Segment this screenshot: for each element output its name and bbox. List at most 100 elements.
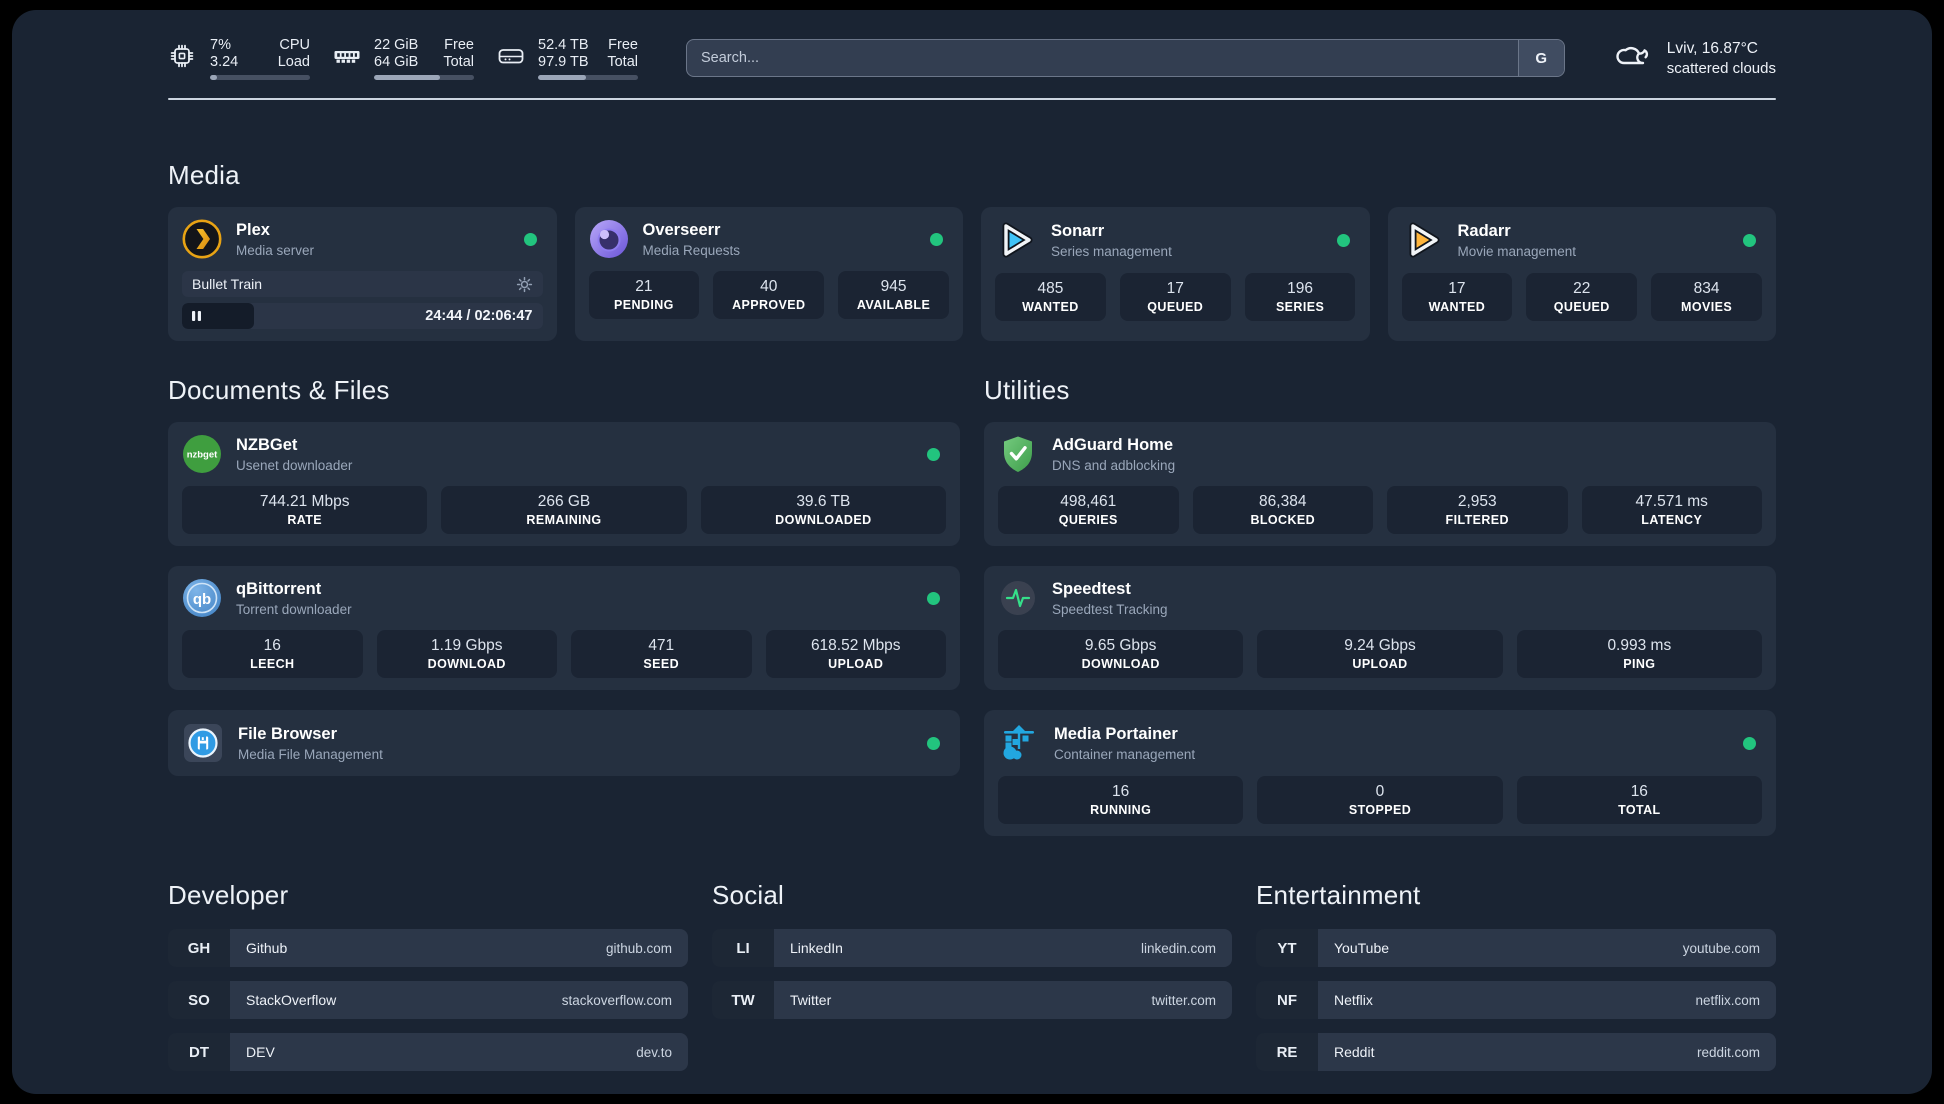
stat-value: 16 <box>1630 783 1648 800</box>
bookmark-url: reddit.com <box>1696 1044 1760 1060</box>
stat-label: UPLOAD <box>828 657 884 671</box>
bookmark-abbr: SO <box>168 981 230 1019</box>
app-card-nzbget[interactable]: nzbget NZBGet Usenet downloader 744.21 Mbps… <box>168 422 960 546</box>
stat-value: 9.65 Gbps <box>1084 637 1157 654</box>
bookmark-link-dev[interactable]: DT DEV dev.to <box>168 1033 688 1071</box>
app-card-radarr[interactable]: Radarr Movie management 17 WANTED 22 QUEUED 83… <box>1387 207 1776 341</box>
qbittorrent-icon[interactable]: qb <box>182 578 222 618</box>
plex-icon[interactable] <box>182 219 222 259</box>
stat-value: 86,384 <box>1259 493 1307 510</box>
now-playing-title: Bullet Train <box>192 276 263 292</box>
playback-elapsed <box>182 303 255 329</box>
stat-value: 39.6 TB <box>796 493 851 510</box>
stat-value: 47.571 ms <box>1635 493 1708 510</box>
system-stat-progress-fill <box>374 74 440 80</box>
stat-label: QUEUED <box>1147 300 1204 314</box>
system-stat-progress-track <box>538 74 638 80</box>
stat-value: 0.993 ms <box>1607 637 1672 654</box>
stat-queries: 498,461 QUERIES <box>998 486 1179 534</box>
app-description: Speedtest Tracking <box>1052 601 1168 617</box>
app-name: Media Portainer <box>1054 724 1178 743</box>
app-name: Speedtest <box>1052 579 1131 598</box>
bookmark-link-github[interactable]: GH Github github.com <box>168 929 688 967</box>
system-stat-label: CPU <box>279 36 310 53</box>
stat-label: AVAILABLE <box>856 298 931 312</box>
search-engine-button[interactable]: G <box>1517 40 1564 76</box>
bookmark-url: github.com <box>605 940 672 956</box>
stat-download: 1.19 Gbps DOWNLOAD <box>376 630 557 678</box>
status-online-dot <box>927 447 940 461</box>
bookmark-url: netflix.com <box>1695 992 1760 1008</box>
stat-label: PING <box>1623 657 1656 671</box>
stat-value: 471 <box>648 637 675 654</box>
bookmark-url: youtube.com <box>1682 940 1760 956</box>
overseerr-icon[interactable] <box>589 219 629 259</box>
stat-label: RATE <box>287 513 323 527</box>
search-input[interactable] <box>687 40 1518 76</box>
bookmark-link-netflix[interactable]: NF Netflix netflix.com <box>1256 981 1776 1019</box>
stat-running: 16 RUNNING <box>998 776 1244 824</box>
sonarr-icon[interactable] <box>995 219 1037 261</box>
bookmark-section-entertainment: Entertainment YT YouTube youtube.com NF Netfl… <box>1256 880 1776 1071</box>
stat-label: DOWNLOAD <box>1081 657 1160 671</box>
weather-condition: scattered clouds <box>1666 59 1776 77</box>
app-card-sonarr[interactable]: Sonarr Series management 485 WANTED 17 QUEUED… <box>981 207 1370 341</box>
radarr-icon[interactable] <box>1402 219 1444 261</box>
stat-value: 9.24 Gbps <box>1344 637 1416 654</box>
app-description: DNS and adblocking <box>1052 457 1176 473</box>
stat-wanted: 17 WANTED <box>1401 273 1513 321</box>
bookmark-url: twitter.com <box>1151 992 1216 1008</box>
adguard-icon[interactable] <box>998 434 1038 474</box>
bookmark-bar: DEV dev.to <box>230 1033 688 1071</box>
system-stat-label: Free <box>444 36 474 53</box>
system-stat-value: 22 GiB <box>374 36 419 53</box>
app-card-adguard-home[interactable]: AdGuard Home DNS and adblocking 498,461 QUE… <box>984 422 1776 546</box>
system-stat-disk: 52.4 TB Free 97.9 TB Total <box>496 37 638 80</box>
section-title-utilities: Utilities <box>984 375 1070 405</box>
system-stat-label: Load <box>277 53 310 70</box>
dashboard-panel: 7% CPU 3.24 Load 22 GiB Free 64 GiB Total 52.4 T… <box>12 10 1932 1094</box>
app-description: Media File Management <box>238 746 383 762</box>
disk-icon <box>496 42 526 70</box>
app-card-speedtest[interactable]: Speedtest Speedtest Tracking 9.65 Gbps DOWN… <box>984 566 1776 690</box>
app-name: Plex <box>236 220 270 239</box>
speedtest-icon[interactable] <box>998 578 1038 618</box>
bookmark-bar: Reddit reddit.com <box>1318 1033 1776 1071</box>
stat-ping: 0.993 ms PING <box>1516 630 1762 678</box>
stat-label: DOWNLOAD <box>427 657 506 671</box>
stat-available: 945 AVAILABLE <box>838 271 949 319</box>
app-card-qbittorrent[interactable]: qb qBittorrent Torrent downloader 16 LEECH 1.… <box>168 566 960 690</box>
bookmark-abbr: RE <box>1256 1033 1318 1071</box>
stat-label: QUERIES <box>1058 513 1118 527</box>
stat-total: 16 TOTAL <box>1516 776 1762 824</box>
system-stat-value: 52.4 TB <box>538 36 589 53</box>
bookmark-link-stackoverflow[interactable]: SO StackOverflow stackoverflow.com <box>168 981 688 1019</box>
playback-progress-bar[interactable]: 24:44 / 02:06:47 <box>182 303 543 329</box>
bookmark-name: LinkedIn <box>790 940 843 956</box>
stat-value: 2,953 <box>1457 493 1497 510</box>
bookmark-link-reddit[interactable]: RE Reddit reddit.com <box>1256 1033 1776 1071</box>
stat-downloaded: 39.6 TB DOWNLOADED <box>700 486 946 534</box>
nzbget-icon[interactable]: nzbget <box>182 434 222 474</box>
pause-button[interactable] <box>191 310 202 322</box>
bookmark-name: Reddit <box>1334 1044 1375 1060</box>
stat-upload: 618.52 Mbps UPLOAD <box>765 630 946 678</box>
bookmark-link-linkedin[interactable]: LI LinkedIn linkedin.com <box>712 929 1232 967</box>
gear-icon[interactable] <box>516 276 533 293</box>
stat-stopped: 0 STOPPED <box>1257 776 1503 824</box>
app-card-plex[interactable]: Plex Media server Bullet Train 24:44 / 02:0… <box>168 207 557 341</box>
bookmark-abbr: NF <box>1256 981 1318 1019</box>
system-stat-memory: 22 GiB Free 64 GiB Total <box>332 37 474 80</box>
bookmark-name: StackOverflow <box>246 992 337 1008</box>
bookmark-abbr: GH <box>168 929 230 967</box>
bookmark-link-youtube[interactable]: YT YouTube youtube.com <box>1256 929 1776 967</box>
app-card-overseerr[interactable]: Overseerr Media Requests 21 PENDING 40 APPROV… <box>574 207 963 341</box>
bookmarks-area: Developer GH Github github.com SO StackOverfl… <box>168 880 1776 1071</box>
portainer-icon[interactable] <box>998 722 1040 764</box>
app-card-media-portainer[interactable]: Media Portainer Container management 16 RUN… <box>984 710 1776 836</box>
stat-value: 22 <box>1573 280 1591 297</box>
search-bar[interactable]: G <box>686 39 1565 77</box>
filebrowser-icon[interactable] <box>182 722 224 764</box>
app-card-file-browser[interactable]: File Browser Media File Management <box>168 710 960 776</box>
bookmark-link-twitter[interactable]: TW Twitter twitter.com <box>712 981 1232 1019</box>
